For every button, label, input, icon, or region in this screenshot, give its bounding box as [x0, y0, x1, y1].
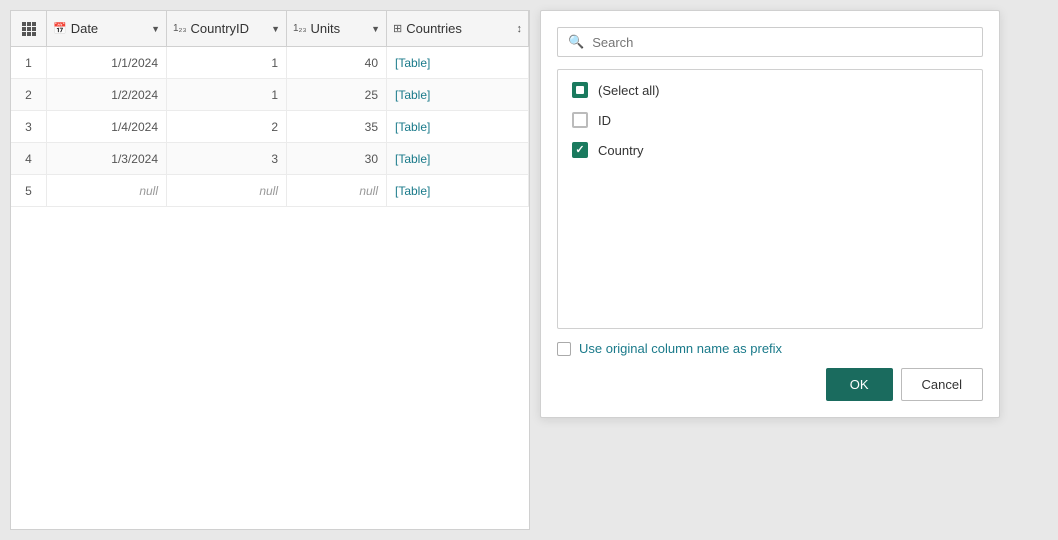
checkbox-item-country[interactable]: ✓ Country	[572, 142, 968, 158]
grid-icon	[22, 22, 36, 36]
cancel-button[interactable]: Cancel	[901, 368, 983, 401]
search-icon: 🔍	[568, 34, 584, 50]
table-row[interactable]: 1 1/1/2024 1 40 [Table]	[11, 47, 529, 79]
cell-countryid-5: null	[167, 175, 287, 206]
cell-countries-4: [Table]	[387, 143, 529, 174]
cell-countries-5: [Table]	[387, 175, 529, 206]
search-box[interactable]: 🔍	[557, 27, 983, 57]
prefix-label: Use original column name as prefix	[579, 341, 782, 356]
num-type-icon-countryid: 1₂₃	[173, 23, 187, 34]
col-units-label: Units	[311, 21, 341, 36]
ok-button[interactable]: OK	[826, 368, 893, 401]
checkbox-label-country: Country	[598, 143, 644, 158]
cell-units-5: null	[287, 175, 387, 206]
cell-units-3: 35	[287, 111, 387, 142]
cell-date-5: null	[47, 175, 167, 206]
num-type-icon-units: 1₂₃	[293, 23, 307, 34]
col-header-units[interactable]: 1₂₃ Units ▼	[287, 11, 387, 46]
row-number: 3	[11, 111, 47, 142]
checkbox-list: (Select all) ID ✓ Country	[557, 69, 983, 329]
cell-countryid-3: 2	[167, 111, 287, 142]
checkbox-country[interactable]: ✓	[572, 142, 588, 158]
checkbox-label-select-all: (Select all)	[598, 83, 659, 98]
col-date-label: Date	[71, 21, 98, 36]
table-area: 📅 Date ▼ 1₂₃ CountryID ▼ 1₂₃ Units ▼ ⊞ C…	[10, 10, 530, 530]
checkmark-country: ✓	[575, 145, 584, 156]
cell-units-1: 40	[287, 47, 387, 78]
col-header-countryid[interactable]: 1₂₃ CountryID ▼	[167, 11, 287, 46]
units-dropdown-icon[interactable]: ▼	[371, 24, 380, 34]
row-number: 1	[11, 47, 47, 78]
expand-column-dialog: 🔍 (Select all) ID ✓	[540, 10, 1000, 418]
col-header-date[interactable]: 📅 Date ▼	[47, 11, 167, 46]
cell-countryid-4: 3	[167, 143, 287, 174]
table-body: 1 1/1/2024 1 40 [Table] 2 1/2/2024 1 25 …	[11, 47, 529, 207]
search-input[interactable]	[592, 35, 972, 50]
cell-units-2: 25	[287, 79, 387, 110]
checkbox-item-id[interactable]: ID	[572, 112, 968, 128]
col-header-countries[interactable]: ⊞ Countries ↕	[387, 11, 529, 46]
countries-sort-icon[interactable]: ↕	[517, 23, 523, 35]
checkbox-item-select-all[interactable]: (Select all)	[572, 82, 968, 98]
cell-units-4: 30	[287, 143, 387, 174]
table-row[interactable]: 2 1/2/2024 1 25 [Table]	[11, 79, 529, 111]
cell-date-3: 1/4/2024	[47, 111, 167, 142]
prefix-label-highlight: prefix	[750, 341, 782, 356]
cell-date-2: 1/2/2024	[47, 79, 167, 110]
table-row[interactable]: 3 1/4/2024 2 35 [Table]	[11, 111, 529, 143]
table-row[interactable]: 4 1/3/2024 3 30 [Table]	[11, 143, 529, 175]
checkbox-id[interactable]	[572, 112, 588, 128]
table-row[interactable]: 5 null null null [Table]	[11, 175, 529, 207]
prefix-label-text: Use original column name as	[579, 341, 747, 356]
col-countryid-label: CountryID	[191, 21, 250, 36]
row-number: 5	[11, 175, 47, 206]
row-number: 4	[11, 143, 47, 174]
prefix-row[interactable]: Use original column name as prefix	[557, 341, 983, 356]
prefix-checkbox[interactable]	[557, 342, 571, 356]
partial-indicator	[576, 86, 584, 94]
cell-countryid-1: 1	[167, 47, 287, 78]
main-container: 📅 Date ▼ 1₂₃ CountryID ▼ 1₂₃ Units ▼ ⊞ C…	[0, 0, 1058, 540]
countryid-dropdown-icon[interactable]: ▼	[271, 24, 280, 34]
date-dropdown-icon[interactable]: ▼	[151, 24, 160, 34]
row-number: 2	[11, 79, 47, 110]
checkbox-select-all[interactable]	[572, 82, 588, 98]
col-header-rownum	[11, 11, 47, 46]
cell-date-4: 1/3/2024	[47, 143, 167, 174]
cell-countries-3: [Table]	[387, 111, 529, 142]
col-countries-label: Countries	[406, 21, 462, 36]
cell-date-1: 1/1/2024	[47, 47, 167, 78]
action-buttons: OK Cancel	[557, 368, 983, 401]
table-header: 📅 Date ▼ 1₂₃ CountryID ▼ 1₂₃ Units ▼ ⊞ C…	[11, 11, 529, 47]
checkbox-label-id: ID	[598, 113, 611, 128]
table-type-icon: ⊞	[393, 22, 402, 35]
date-type-icon: 📅	[53, 22, 67, 35]
cell-countryid-2: 1	[167, 79, 287, 110]
cell-countries-2: [Table]	[387, 79, 529, 110]
cell-countries-1: [Table]	[387, 47, 529, 78]
